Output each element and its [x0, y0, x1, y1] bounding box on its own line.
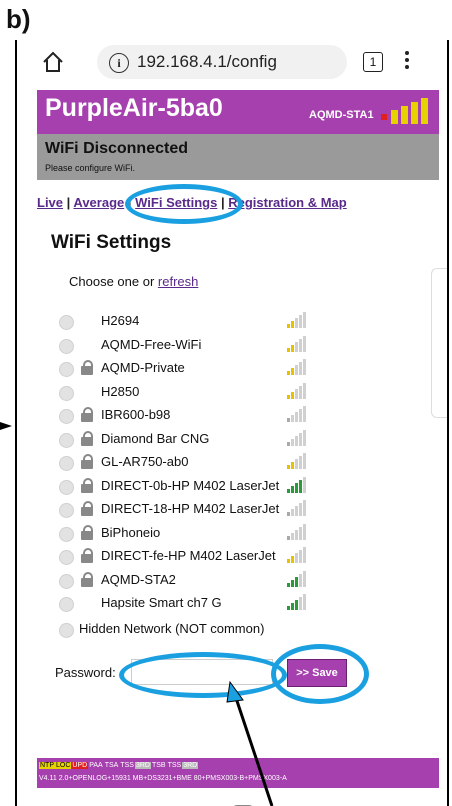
footer-badge: PAA — [89, 762, 103, 769]
network-ssid: Diamond Bar CNG — [101, 430, 210, 446]
network-ssid: DIRECT-fe-HP M402 LaserJet — [101, 548, 276, 563]
radio-button[interactable] — [59, 503, 74, 518]
network-ssid: IBR600-b98 — [101, 407, 171, 422]
lock-icon — [81, 454, 93, 469]
lock-icon — [81, 548, 93, 563]
footer-badge: UPD — [71, 762, 89, 769]
radio-button[interactable] — [59, 550, 74, 565]
radio-button[interactable] — [59, 526, 74, 542]
network-ssid: DIRECT-18-HP M402 LaserJet — [101, 501, 280, 516]
annotation-arrow-left — [0, 422, 12, 430]
footer-badge: TSA — [104, 762, 119, 769]
lock-icon — [81, 524, 93, 540]
radio-button[interactable] — [59, 338, 74, 354]
radio-button[interactable] — [59, 409, 74, 424]
radio-button[interactable] — [59, 456, 74, 471]
status-subtitle: Please configure WiFi. — [45, 163, 136, 173]
lock-icon — [81, 501, 93, 516]
page-title: WiFi Settings — [51, 232, 172, 253]
radio-button[interactable] — [59, 385, 74, 401]
network-ssid: AQMD-STA2 — [101, 571, 176, 587]
url-text: 192.168.4.1/config — [137, 52, 277, 71]
nav-live-link[interactable]: Live — [37, 195, 63, 210]
footer-badges: NTP LOC UPD PAA TSA TSS 3RD TSB TSS 3RD — [39, 762, 199, 769]
radio-button[interactable] — [59, 573, 74, 589]
phone-frame: i 192.168.4.1/config 1 PurpleAir-5ba0 AQ… — [15, 40, 449, 806]
refresh-link[interactable]: refresh — [158, 274, 198, 289]
radio-button[interactable] — [59, 315, 74, 330]
home-icon[interactable] — [41, 50, 65, 74]
hidden-network-label: Hidden Network (NOT common) — [79, 621, 265, 636]
info-icon[interactable]: i — [109, 53, 129, 73]
side-panel-edge — [431, 268, 447, 418]
nav-separator: | — [66, 195, 71, 210]
radio-button[interactable] — [59, 623, 74, 638]
lock-icon — [81, 477, 93, 493]
footer-badge: 3RD — [182, 762, 199, 769]
network-ssid: H2850 — [101, 383, 140, 399]
network-ssid: BiPhoneio — [101, 524, 161, 540]
password-label: Password: — [55, 665, 116, 680]
device-title: PurpleAir-5ba0 — [45, 94, 223, 122]
choose-network-prompt: Choose one or refresh — [69, 274, 198, 289]
footer-badge: NTP — [39, 762, 55, 769]
lock-icon — [81, 571, 93, 587]
footer-badge: TSB — [151, 762, 166, 769]
nav-average-link[interactable]: Average — [73, 195, 124, 210]
firmware-version: V4.11 2.0+OPENLOG+15931 MB+DS3231+BME 80… — [39, 775, 287, 782]
tab-switcher-button[interactable]: 1 — [363, 52, 383, 72]
lock-icon — [81, 407, 93, 422]
footer-badge: 3RD — [134, 762, 151, 769]
choose-text: Choose one or — [69, 274, 155, 289]
network-ssid: Hapsite Smart ch7 G — [101, 595, 222, 610]
radio-button[interactable] — [59, 479, 74, 495]
browser-toolbar: i 192.168.4.1/config 1 — [17, 40, 447, 88]
network-ssid: AQMD-Private — [101, 360, 185, 375]
header-ssid: AQMD-STA1 — [309, 109, 374, 121]
radio-button[interactable] — [59, 597, 74, 612]
wifi-status-panel: WiFi Disconnected Please configure WiFi. — [37, 134, 439, 180]
network-ssid: GL-AR750-ab0 — [101, 454, 189, 469]
network-ssid: DIRECT-0b-HP M402 LaserJet — [101, 477, 280, 493]
lock-icon — [81, 360, 93, 375]
signal-strength-icon — [381, 98, 428, 124]
footer-badge: TSS — [167, 762, 182, 769]
overflow-menu-icon[interactable] — [403, 48, 411, 74]
address-bar[interactable]: i 192.168.4.1/config — [97, 45, 347, 79]
status-title: WiFi Disconnected — [45, 140, 188, 157]
radio-button[interactable] — [59, 432, 74, 448]
footer-badge: TSS — [120, 762, 134, 769]
annotation-ellipse-wifi-settings — [125, 184, 243, 224]
annotation-ellipse-password — [119, 652, 287, 698]
footer-badge: LOC — [55, 762, 72, 769]
app-header: PurpleAir-5ba0 AQMD-STA1 — [37, 90, 439, 134]
annotation-ellipse-save — [271, 644, 369, 704]
network-ssid: AQMD-Free-WiFi — [101, 336, 202, 352]
radio-button[interactable] — [59, 362, 74, 377]
lock-icon — [81, 430, 93, 446]
nav-registration-link[interactable]: Registration & Map — [228, 195, 346, 210]
network-ssid: H2694 — [101, 313, 140, 328]
figure-label: b) — [6, 4, 31, 34]
status-footer: NTP LOC UPD PAA TSA TSS 3RD TSB TSS 3RD V4.11 2.0… — [37, 758, 439, 788]
